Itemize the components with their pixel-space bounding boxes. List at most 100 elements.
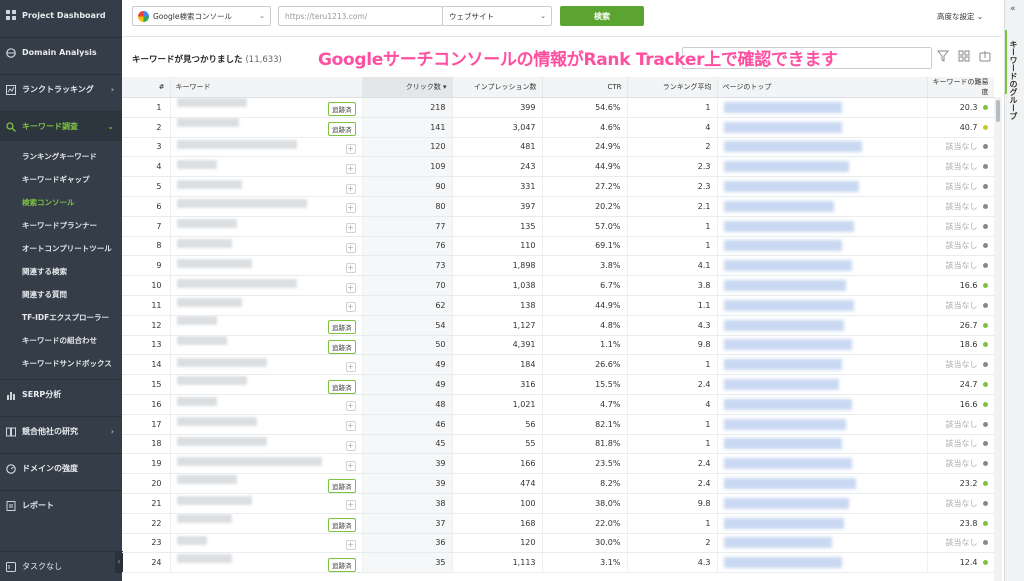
table-row[interactable]: 21 +38 100 38.0% 9.8 該当なし: [122, 493, 994, 514]
keyword-cell[interactable]: +: [170, 216, 363, 237]
nav-competitor-research[interactable]: 競合他社の研究 ›: [0, 416, 122, 446]
subnav-autocomplete[interactable]: オートコンプリートツール: [22, 243, 112, 254]
col-header-top-page[interactable]: ページのトップ: [717, 77, 928, 98]
subnav-tfidf[interactable]: TF-IDFエクスプローラー: [22, 312, 109, 323]
subnav-related-searches[interactable]: 関連する検索: [22, 266, 67, 277]
top-page-cell[interactable]: [717, 295, 928, 316]
top-page-cell[interactable]: [717, 552, 928, 574]
top-page-cell[interactable]: [717, 513, 928, 534]
top-page-cell[interactable]: [717, 414, 928, 435]
top-page-cell[interactable]: [717, 493, 928, 514]
top-page-cell[interactable]: [717, 255, 928, 277]
filter-icon[interactable]: [936, 50, 951, 64]
add-to-tracking-icon[interactable]: +: [345, 302, 356, 313]
top-page-cell[interactable]: [717, 137, 928, 158]
add-to-tracking-icon[interactable]: +: [345, 242, 356, 253]
top-page-cell[interactable]: [717, 97, 928, 118]
nav-reports[interactable]: レポート: [0, 490, 122, 520]
keyword-cell[interactable]: +: [170, 533, 363, 554]
add-to-tracking-icon[interactable]: +: [345, 262, 356, 273]
table-row[interactable]: 7 +77 135 57.0% 1 該当なし: [122, 216, 994, 237]
top-page-cell[interactable]: [717, 434, 928, 455]
add-to-tracking-icon[interactable]: +: [345, 539, 356, 550]
top-page-cell[interactable]: [717, 156, 928, 178]
nav-domain-strength[interactable]: ドメインの強度: [0, 453, 122, 483]
keyword-cell[interactable]: +: [170, 354, 363, 376]
advanced-settings[interactable]: 高度な設定 ⌄: [937, 11, 983, 22]
keyword-cell[interactable]: +: [170, 255, 363, 277]
subnav-related-questions[interactable]: 関連する質問: [22, 289, 67, 300]
subnav-keyword-gap[interactable]: キーワードギャップ: [22, 174, 90, 185]
scope-select[interactable]: ウェブサイト ⌄: [442, 6, 552, 26]
col-header-impressions[interactable]: インプレッション数: [452, 77, 543, 98]
table-row[interactable]: 17 +46 56 82.1% 1 該当なし: [122, 414, 994, 435]
task-status[interactable]: タスクなし: [0, 551, 122, 581]
add-to-tracking-icon[interactable]: +: [345, 203, 356, 214]
columns-icon[interactable]: [958, 50, 972, 64]
top-page-cell[interactable]: [717, 473, 928, 494]
col-header-ctr[interactable]: CTR: [542, 77, 628, 98]
tracked-badge[interactable]: 追跡済: [328, 122, 356, 137]
tracked-badge[interactable]: 追跡済: [328, 379, 356, 394]
add-to-tracking-icon[interactable]: +: [345, 401, 356, 412]
table-row[interactable]: 14 +49 184 26.6% 1 該当なし: [122, 354, 994, 376]
top-page-cell[interactable]: [717, 335, 928, 356]
table-row[interactable]: 23 +36 120 30.0% 2 該当なし: [122, 533, 994, 554]
top-page-cell[interactable]: [717, 394, 928, 415]
col-header-rank[interactable]: ランキング平均: [627, 77, 718, 98]
keyword-cell[interactable]: +: [170, 137, 363, 158]
keyword-cell[interactable]: +: [170, 156, 363, 178]
export-icon[interactable]: [979, 50, 993, 64]
subnav-search-console[interactable]: 検索コンソール: [22, 197, 75, 208]
add-to-tracking-icon[interactable]: +: [345, 183, 356, 194]
table-row[interactable]: 24 追跡済 35 1,113 3.1% 4.3 12.4: [122, 552, 994, 574]
table-scrollbar[interactable]: [994, 97, 1002, 581]
table-row[interactable]: 3 +120 481 24.9% 2 該当なし: [122, 137, 994, 158]
table-row[interactable]: 18 +45 55 81.8% 1 該当なし: [122, 434, 994, 455]
scrollbar-thumb[interactable]: [996, 100, 1000, 122]
nav-keyword-research[interactable]: キーワード調査 ⌄: [0, 111, 122, 141]
nav-project-dashboard[interactable]: Project Dashboard: [0, 0, 122, 30]
top-page-cell[interactable]: [717, 176, 928, 197]
keyword-cell[interactable]: +: [170, 196, 363, 217]
tracked-badge[interactable]: 追跡済: [328, 478, 356, 493]
add-to-tracking-icon[interactable]: +: [345, 163, 356, 174]
keyword-cell[interactable]: +: [170, 453, 363, 475]
table-row[interactable]: 9 +73 1,898 3.8% 4.1 該当なし: [122, 255, 994, 277]
table-row[interactable]: 8 +76 110 69.1% 1 該当なし: [122, 236, 994, 257]
keyword-cell[interactable]: 追跡済: [170, 552, 363, 574]
top-page-cell[interactable]: [717, 354, 928, 376]
table-row[interactable]: 6 +80 397 20.2% 2.1 該当なし: [122, 196, 994, 217]
table-row[interactable]: 11 +62 138 44.9% 1.1 該当なし: [122, 295, 994, 316]
expand-panel-icon[interactable]: «: [1010, 4, 1016, 14]
table-row[interactable]: 20 追跡済 39 474 8.2% 2.4 23.2: [122, 473, 994, 494]
keyword-cell[interactable]: +: [170, 414, 363, 435]
table-row[interactable]: 16 +48 1,021 4.7% 4 16.6: [122, 394, 994, 415]
col-header-difficulty[interactable]: キーワードの難易度: [927, 77, 994, 98]
subnav-keyword-planner[interactable]: キーワードプランナー: [22, 220, 97, 231]
add-to-tracking-icon[interactable]: +: [345, 282, 356, 293]
keyword-cell[interactable]: 追跡済: [170, 335, 363, 356]
col-header-idx[interactable]: #: [122, 77, 171, 98]
keyword-cell[interactable]: +: [170, 493, 363, 514]
add-to-tracking-icon[interactable]: +: [345, 440, 356, 451]
table-row[interactable]: 10 +70 1,038 6.7% 3.8 16.6: [122, 275, 994, 296]
tracked-badge[interactable]: 追跡済: [328, 339, 356, 354]
subnav-ranking-keywords[interactable]: ランキングキーワード: [22, 151, 97, 162]
top-page-cell[interactable]: [717, 117, 928, 138]
keyword-cell[interactable]: +: [170, 275, 363, 296]
search-button[interactable]: 検索: [560, 6, 644, 26]
table-row[interactable]: 15 追跡済 49 316 15.5% 2.4 24.7: [122, 374, 994, 395]
keyword-cell[interactable]: 追跡済: [170, 513, 363, 534]
add-to-tracking-icon[interactable]: +: [345, 223, 356, 234]
add-to-tracking-icon[interactable]: +: [345, 460, 356, 471]
nav-domain-analysis[interactable]: Domain Analysis: [0, 37, 122, 67]
url-input[interactable]: https://teru1213.com/: [278, 6, 443, 26]
add-to-tracking-icon[interactable]: +: [345, 500, 356, 511]
top-page-cell[interactable]: [717, 236, 928, 257]
keyword-cell[interactable]: +: [170, 394, 363, 415]
nav-serp-analysis[interactable]: SERP分析: [0, 379, 122, 409]
keyword-cell[interactable]: +: [170, 434, 363, 455]
keyword-cell[interactable]: +: [170, 176, 363, 197]
table-row[interactable]: 2 追跡済 141 3,047 4.6% 4 40.7: [122, 117, 994, 138]
